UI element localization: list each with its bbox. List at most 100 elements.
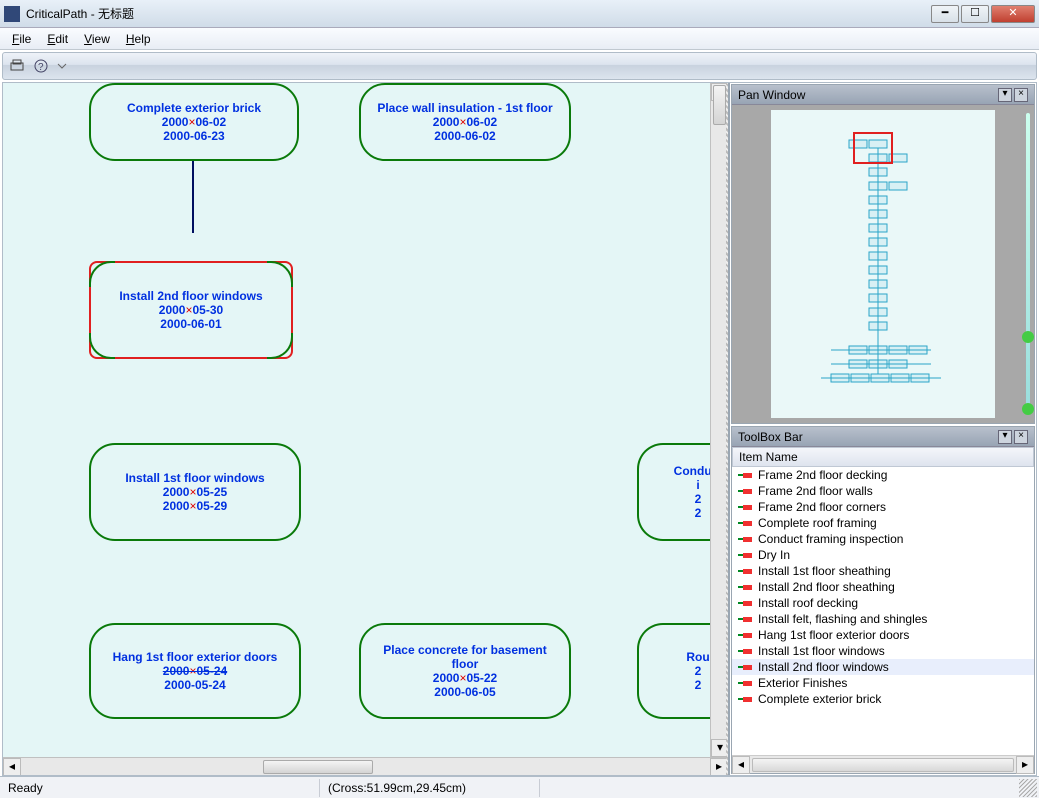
toolbox-item[interactable]: Hang 1st floor exterior doors — [732, 627, 1034, 643]
tb-scroll-thumb[interactable] — [752, 758, 1014, 772]
node-extra: 2 — [695, 506, 702, 520]
diagram-node[interactable]: Install 2nd floor windows2000×05-302000-… — [89, 261, 293, 359]
pan-window-panel: Pan Window ▾ × — [731, 84, 1035, 424]
dropdown-arrow-icon[interactable] — [57, 58, 73, 74]
scroll-left-arrow[interactable]: ◂ — [3, 758, 21, 776]
node-title: Install 1st floor windows — [125, 471, 264, 485]
maximize-button[interactable]: ☐ — [961, 5, 989, 23]
zoom-knob[interactable] — [1022, 331, 1034, 343]
node-end-date: 2000×05-29 — [163, 499, 227, 513]
task-icon — [738, 486, 752, 496]
panel-menu-icon[interactable]: ▾ — [998, 88, 1012, 102]
task-icon — [738, 582, 752, 592]
toolbox-item[interactable]: Install 1st floor sheathing — [732, 563, 1034, 579]
toolbox-item[interactable]: Frame 2nd floor corners — [732, 499, 1034, 515]
toolbox-item[interactable]: Install felt, flashing and shingles — [732, 611, 1034, 627]
horizontal-scrollbar[interactable]: ◂ ▸ — [3, 757, 728, 775]
toolbox-item-label: Install 1st floor sheathing — [758, 564, 891, 578]
toolbox-item[interactable]: Install 1st floor windows — [732, 643, 1034, 659]
tb-scroll-left[interactable]: ◂ — [732, 756, 750, 774]
toolbox-item[interactable]: Install 2nd floor sheathing — [732, 579, 1034, 595]
task-icon — [738, 694, 752, 704]
toolbox-item[interactable]: Install roof decking — [732, 595, 1034, 611]
node-start-date: 2000×05-22 — [433, 671, 497, 685]
task-icon — [738, 534, 752, 544]
menu-view[interactable]: View — [78, 30, 116, 48]
menu-help[interactable]: Help — [120, 30, 157, 48]
diagram-node[interactable]: Place concrete for basement floor2000×05… — [359, 623, 571, 719]
toolbox-header[interactable]: ToolBox Bar ▾ × — [732, 427, 1034, 447]
node-end-date: 2000-06-05 — [434, 685, 495, 699]
toolbox-list[interactable]: Frame 2nd floor deckingFrame 2nd floor w… — [732, 467, 1034, 755]
diagram-node[interactable]: Install 1st floor windows2000×05-252000×… — [89, 443, 301, 541]
menu-file[interactable]: File — [6, 30, 37, 48]
minimap-viewport[interactable] — [853, 132, 893, 164]
diagram-node[interactable]: Complete exterior brick2000×06-022000-06… — [89, 83, 299, 161]
task-icon — [738, 646, 752, 656]
node-start-date: 2000×05-25 — [163, 485, 227, 499]
node-title: Rou — [686, 650, 709, 664]
panel-close-icon[interactable]: × — [1014, 430, 1028, 444]
toolbox-column-header[interactable]: Item Name — [732, 447, 1034, 467]
node-title: Place concrete for basement floor — [371, 643, 559, 671]
panel-close-icon[interactable]: × — [1014, 88, 1028, 102]
close-button[interactable]: ✕ — [991, 5, 1035, 23]
task-icon — [738, 502, 752, 512]
diagram-canvas[interactable]: Complete exterior brick2000×06-022000-06… — [3, 83, 728, 775]
title-bar: CriticalPath - 无标题 ━ ☐ ✕ — [0, 0, 1039, 28]
toolbox-panel: ToolBox Bar ▾ × Item Name Frame 2nd floo… — [731, 426, 1035, 774]
toolbox-item[interactable]: Conduct framing inspection — [732, 531, 1034, 547]
tb-scroll-right[interactable]: ▸ — [1016, 756, 1034, 774]
toolbox-item[interactable]: Install 2nd floor windows — [732, 659, 1034, 675]
hscroll-thumb[interactable] — [263, 760, 373, 774]
panel-menu-icon[interactable]: ▾ — [998, 430, 1012, 444]
toolbox-item[interactable]: Complete roof framing — [732, 515, 1034, 531]
toolbox-body: Item Name Frame 2nd floor deckingFrame 2… — [732, 447, 1034, 773]
node-end-date: 2000-05-24 — [164, 678, 225, 692]
status-bar: Ready (Cross:51.99cm,29.45cm) — [0, 776, 1039, 798]
pan-minimap[interactable] — [771, 110, 995, 418]
splitter[interactable] — [726, 83, 730, 775]
toolbox-item-label: Conduct framing inspection — [758, 532, 903, 546]
diagram-node[interactable]: Place wall insulation - 1st floor2000×06… — [359, 83, 571, 161]
task-icon — [738, 614, 752, 624]
task-icon — [738, 662, 752, 672]
node-end-date: 2000-06-23 — [163, 129, 224, 143]
toolbox-item-label: Frame 2nd floor decking — [758, 468, 887, 482]
minimize-button[interactable]: ━ — [931, 5, 959, 23]
app-icon — [4, 6, 20, 22]
toolbox-item[interactable]: Exterior Finishes — [732, 675, 1034, 691]
toolbox-hscroll[interactable]: ◂ ▸ — [732, 755, 1034, 773]
toolbox-item-label: Install 1st floor windows — [758, 644, 885, 658]
toolbox-item[interactable]: Frame 2nd floor walls — [732, 483, 1034, 499]
task-icon — [738, 550, 752, 560]
toolbox-item[interactable]: Complete exterior brick — [732, 691, 1034, 707]
task-icon — [738, 566, 752, 576]
toolbox-item[interactable]: Frame 2nd floor decking — [732, 467, 1034, 483]
task-icon — [738, 518, 752, 528]
node-end-date: 2000-06-02 — [434, 129, 495, 143]
toolbox-item-label: Hang 1st floor exterior doors — [758, 628, 909, 642]
task-icon — [738, 678, 752, 688]
task-icon — [738, 630, 752, 640]
task-icon — [738, 470, 752, 480]
menu-file-label: ile — [19, 32, 31, 46]
zoom-slider[interactable] — [1026, 113, 1030, 415]
pan-window-title: Pan Window — [738, 88, 805, 102]
help-icon[interactable]: ? — [33, 58, 49, 74]
toolbar: ? — [2, 52, 1037, 80]
toolbox-item-label: Install felt, flashing and shingles — [758, 612, 927, 626]
node-title: Hang 1st floor exterior doors — [113, 650, 278, 664]
menu-bar: File Edit View Help — [0, 28, 1039, 50]
toolbox-item[interactable]: Dry In — [732, 547, 1034, 563]
vscroll-thumb[interactable] — [713, 85, 726, 125]
pan-window-body[interactable] — [732, 105, 1034, 423]
zoom-knob-end[interactable] — [1022, 403, 1034, 415]
print-icon[interactable] — [9, 58, 25, 74]
toolbox-item-label: Complete exterior brick — [758, 692, 881, 706]
toolbox-item-label: Install roof decking — [758, 596, 858, 610]
menu-edit[interactable]: Edit — [41, 30, 74, 48]
pan-window-header[interactable]: Pan Window ▾ × — [732, 85, 1034, 105]
diagram-node[interactable]: Hang 1st floor exterior doors2000×05-242… — [89, 623, 301, 719]
node-start-date: i — [696, 478, 699, 492]
